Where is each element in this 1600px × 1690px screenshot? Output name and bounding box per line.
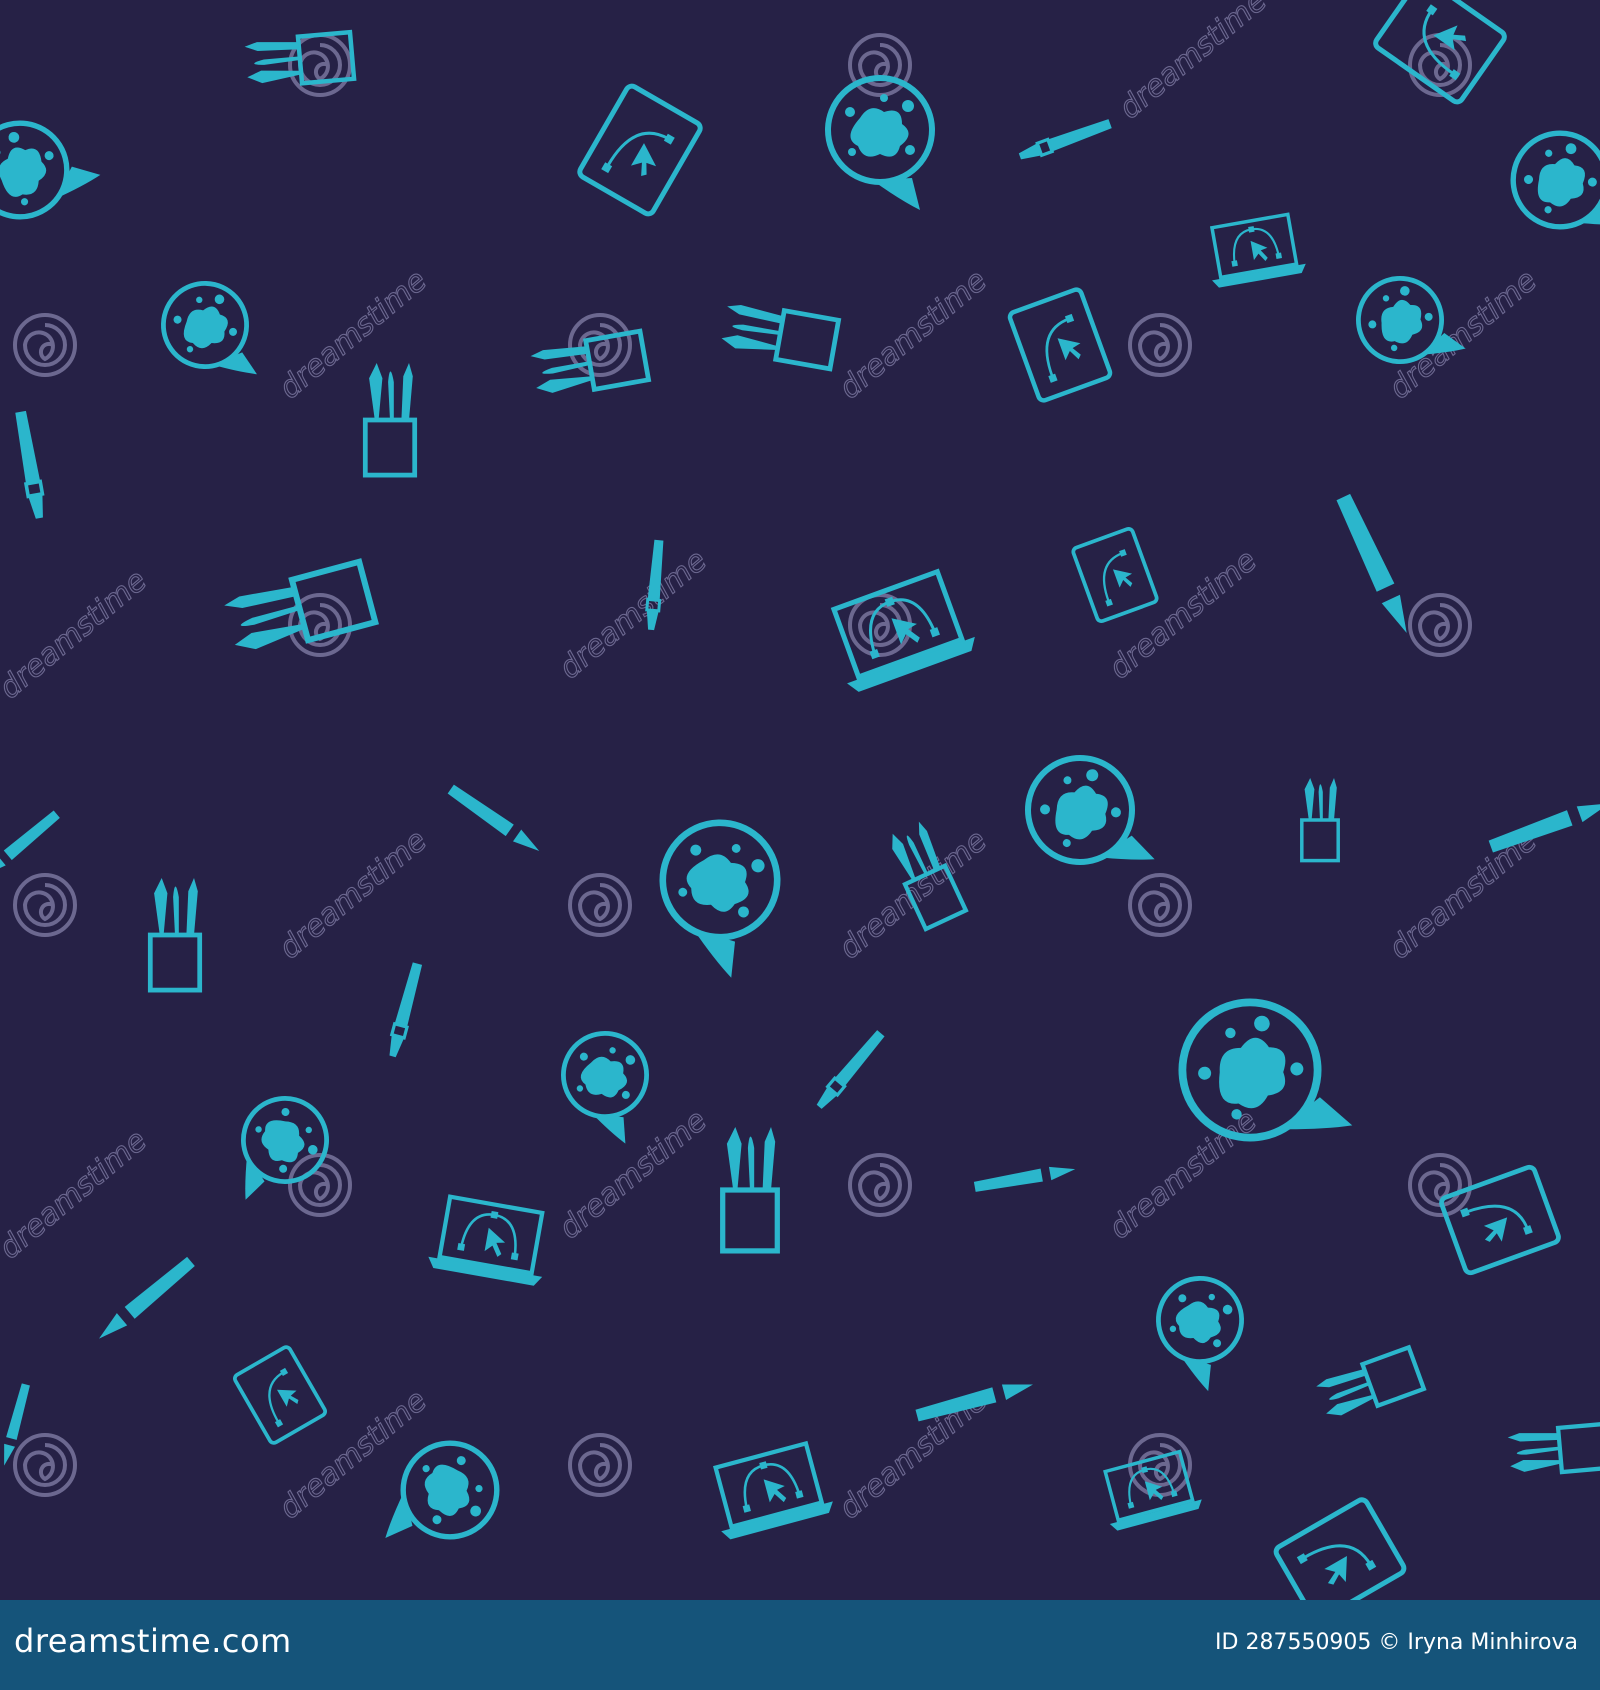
watermark-texts: dreamstime dreamstime dreamstime dreamst… (0, 0, 1544, 1527)
speech-bubble-paint-splash-icon (209, 1083, 342, 1208)
paintbrush-icon (1016, 115, 1114, 165)
watermark-spirals (13, 33, 1472, 1497)
laptop-vector-editor-icon (1201, 211, 1309, 291)
watermark-text: dreamstime (1103, 543, 1264, 686)
pattern-icons (0, 0, 1600, 1600)
laptop-vector-editor-icon (427, 1195, 554, 1287)
paintbrush-cup-icon (1300, 776, 1340, 863)
paintbrush-cup-icon (723, 1127, 778, 1251)
tablet-vector-editor-icon (1008, 288, 1111, 402)
speech-bubble-paint-splash-icon (1496, 116, 1600, 266)
speech-bubble-paint-splash-icon (0, 106, 106, 246)
watermark-text: dreamstime (553, 1103, 714, 1246)
paintbrush-cup-icon (1315, 1347, 1424, 1423)
art-knife-icon (1487, 794, 1600, 856)
art-knife-icon (446, 782, 544, 858)
art-knife-icon (93, 1254, 197, 1346)
watermark-text: dreamstime (553, 543, 714, 686)
tablet-vector-editor-icon (231, 1343, 329, 1447)
watermark-text: dreamstime (1103, 1103, 1264, 1246)
speech-bubble-paint-splash-icon (828, 78, 932, 210)
laptop-vector-editor-icon (705, 1441, 836, 1542)
watermark-text: dreamstime (1113, 0, 1274, 126)
speech-bubble-paint-splash-icon (1139, 1267, 1253, 1395)
watermark-text: dreamstime (273, 823, 434, 966)
footer-logo-text: dreamstime.com (14, 1622, 292, 1660)
paintbrush-cup-icon (150, 878, 199, 990)
speech-bubble-paint-splash-icon (371, 1436, 504, 1549)
paintbrush-cup-icon (1507, 1424, 1600, 1477)
speech-bubble-paint-splash-icon (152, 272, 266, 400)
speech-bubble-paint-splash-icon (636, 807, 793, 983)
watermark-text: dreamstime (1383, 823, 1544, 966)
watermark-text: dreamstime (273, 1383, 434, 1526)
watermark-text: dreamstime (0, 563, 154, 706)
seamless-pattern-area: dreamstime dreamstime dreamstime dreamst… (0, 0, 1600, 1600)
watermark-text: dreamstime (833, 263, 994, 406)
paintbrush-icon (11, 408, 49, 522)
laptop-vector-editor-icon (822, 567, 979, 694)
tablet-vector-editor-icon (1070, 525, 1160, 625)
watermark-text: dreamstime (0, 1123, 154, 1266)
tablet-vector-editor-icon (1274, 1498, 1406, 1600)
art-knife-icon (0, 808, 62, 882)
paintbrush-cup-icon (365, 363, 414, 475)
paintbrush-icon (384, 960, 426, 1060)
art-knife-icon (973, 1161, 1077, 1195)
stock-footer-bar: dreamstime.com ID 287550905 © Iryna Minh… (0, 1600, 1600, 1690)
tablet-vector-editor-icon (578, 84, 703, 216)
footer-credit-text: ID 287550905 © Iryna Minhirova (1215, 1630, 1578, 1655)
art-knife-icon (1333, 492, 1417, 638)
paintbrush-icon (812, 1027, 888, 1113)
paintbrush-cup-icon (720, 301, 839, 369)
speech-bubble-paint-splash-icon (553, 1027, 653, 1145)
